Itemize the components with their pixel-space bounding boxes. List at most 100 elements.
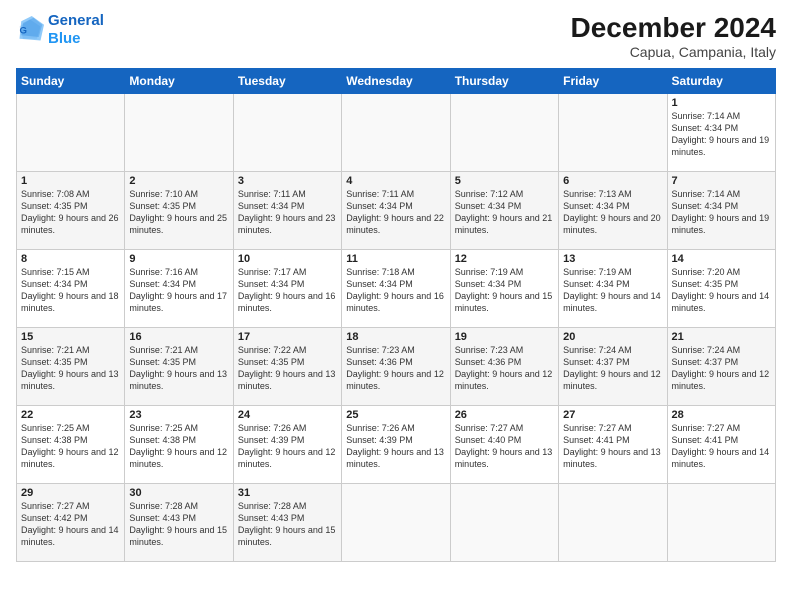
calendar-cell: 9Sunrise: 7:16 AMSunset: 4:34 PMDaylight… — [125, 250, 233, 328]
calendar-week-5: 29Sunrise: 7:27 AMSunset: 4:42 PMDayligh… — [17, 484, 776, 562]
day-number: 17 — [238, 331, 337, 343]
day-number: 31 — [238, 487, 337, 499]
calendar-cell: 31Sunrise: 7:28 AMSunset: 4:43 PMDayligh… — [233, 484, 341, 562]
cell-info: Sunrise: 7:22 AMSunset: 4:35 PMDaylight:… — [238, 344, 337, 393]
cell-info: Sunrise: 7:18 AMSunset: 4:34 PMDaylight:… — [346, 266, 445, 315]
day-number: 18 — [346, 331, 445, 343]
header-row: G General Blue December 2024 Capua, Camp… — [16, 12, 776, 60]
calendar-cell: 2Sunrise: 7:10 AMSunset: 4:35 PMDaylight… — [125, 172, 233, 250]
day-number: 8 — [21, 253, 120, 265]
day-number: 11 — [346, 253, 445, 265]
calendar-cell — [450, 484, 558, 562]
calendar-cell: 1Sunrise: 7:14 AMSunset: 4:34 PMDaylight… — [667, 94, 775, 172]
calendar-cell: 25Sunrise: 7:26 AMSunset: 4:39 PMDayligh… — [342, 406, 450, 484]
logo-text: General Blue — [48, 12, 104, 48]
cell-info: Sunrise: 7:28 AMSunset: 4:43 PMDaylight:… — [238, 500, 337, 549]
cell-info: Sunrise: 7:11 AMSunset: 4:34 PMDaylight:… — [346, 188, 445, 237]
cell-info: Sunrise: 7:27 AMSunset: 4:41 PMDaylight:… — [563, 422, 662, 471]
day-number: 23 — [129, 409, 228, 421]
day-number: 12 — [455, 253, 554, 265]
day-number: 24 — [238, 409, 337, 421]
day-number: 22 — [21, 409, 120, 421]
calendar-cell: 4Sunrise: 7:11 AMSunset: 4:34 PMDaylight… — [342, 172, 450, 250]
day-number: 19 — [455, 331, 554, 343]
day-number: 1 — [21, 175, 120, 187]
day-number: 9 — [129, 253, 228, 265]
column-header-friday: Friday — [559, 69, 667, 94]
calendar-cell — [17, 94, 125, 172]
day-number: 2 — [129, 175, 228, 187]
day-number: 21 — [672, 331, 771, 343]
calendar-cell: 16Sunrise: 7:21 AMSunset: 4:35 PMDayligh… — [125, 328, 233, 406]
cell-info: Sunrise: 7:27 AMSunset: 4:42 PMDaylight:… — [21, 500, 120, 549]
day-number: 26 — [455, 409, 554, 421]
cell-info: Sunrise: 7:12 AMSunset: 4:34 PMDaylight:… — [455, 188, 554, 237]
calendar-cell — [125, 94, 233, 172]
calendar-cell — [667, 484, 775, 562]
calendar-cell: 26Sunrise: 7:27 AMSunset: 4:40 PMDayligh… — [450, 406, 558, 484]
calendar-cell: 18Sunrise: 7:23 AMSunset: 4:36 PMDayligh… — [342, 328, 450, 406]
calendar-cell: 1Sunrise: 7:08 AMSunset: 4:35 PMDaylight… — [17, 172, 125, 250]
calendar-header-row: SundayMondayTuesdayWednesdayThursdayFrid… — [17, 69, 776, 94]
calendar-cell: 13Sunrise: 7:19 AMSunset: 4:34 PMDayligh… — [559, 250, 667, 328]
calendar-week-2: 8Sunrise: 7:15 AMSunset: 4:34 PMDaylight… — [17, 250, 776, 328]
cell-info: Sunrise: 7:19 AMSunset: 4:34 PMDaylight:… — [455, 266, 554, 315]
logo-blue: Blue — [48, 30, 81, 47]
column-header-monday: Monday — [125, 69, 233, 94]
calendar-cell: 5Sunrise: 7:12 AMSunset: 4:34 PMDaylight… — [450, 172, 558, 250]
cell-info: Sunrise: 7:11 AMSunset: 4:34 PMDaylight:… — [238, 188, 337, 237]
calendar-cell: 23Sunrise: 7:25 AMSunset: 4:38 PMDayligh… — [125, 406, 233, 484]
day-number: 10 — [238, 253, 337, 265]
calendar-cell: 14Sunrise: 7:20 AMSunset: 4:35 PMDayligh… — [667, 250, 775, 328]
column-header-sunday: Sunday — [17, 69, 125, 94]
cell-info: Sunrise: 7:16 AMSunset: 4:34 PMDaylight:… — [129, 266, 228, 315]
cell-info: Sunrise: 7:24 AMSunset: 4:37 PMDaylight:… — [672, 344, 771, 393]
cell-info: Sunrise: 7:21 AMSunset: 4:35 PMDaylight:… — [129, 344, 228, 393]
calendar-cell: 28Sunrise: 7:27 AMSunset: 4:41 PMDayligh… — [667, 406, 775, 484]
day-number: 3 — [238, 175, 337, 187]
calendar-cell — [342, 484, 450, 562]
month-title: December 2024 — [571, 12, 776, 44]
location: Capua, Campania, Italy — [571, 44, 776, 60]
title-block: December 2024 Capua, Campania, Italy — [571, 12, 776, 60]
day-number: 20 — [563, 331, 662, 343]
logo-general: General — [48, 12, 104, 29]
day-number: 25 — [346, 409, 445, 421]
logo-icon: G — [16, 16, 44, 44]
day-number: 4 — [346, 175, 445, 187]
calendar-week-4: 22Sunrise: 7:25 AMSunset: 4:38 PMDayligh… — [17, 406, 776, 484]
calendar-cell: 3Sunrise: 7:11 AMSunset: 4:34 PMDaylight… — [233, 172, 341, 250]
calendar-table: SundayMondayTuesdayWednesdayThursdayFrid… — [16, 68, 776, 562]
calendar-cell: 6Sunrise: 7:13 AMSunset: 4:34 PMDaylight… — [559, 172, 667, 250]
calendar-cell: 21Sunrise: 7:24 AMSunset: 4:37 PMDayligh… — [667, 328, 775, 406]
day-number: 29 — [21, 487, 120, 499]
day-number: 6 — [563, 175, 662, 187]
cell-info: Sunrise: 7:26 AMSunset: 4:39 PMDaylight:… — [238, 422, 337, 471]
day-number: 7 — [672, 175, 771, 187]
day-number: 16 — [129, 331, 228, 343]
day-number: 1 — [672, 97, 771, 109]
cell-info: Sunrise: 7:20 AMSunset: 4:35 PMDaylight:… — [672, 266, 771, 315]
column-header-thursday: Thursday — [450, 69, 558, 94]
calendar-cell: 11Sunrise: 7:18 AMSunset: 4:34 PMDayligh… — [342, 250, 450, 328]
cell-info: Sunrise: 7:21 AMSunset: 4:35 PMDaylight:… — [21, 344, 120, 393]
svg-text:G: G — [20, 26, 27, 37]
calendar-cell — [450, 94, 558, 172]
calendar-cell: 12Sunrise: 7:19 AMSunset: 4:34 PMDayligh… — [450, 250, 558, 328]
day-number: 5 — [455, 175, 554, 187]
calendar-cell — [342, 94, 450, 172]
day-number: 15 — [21, 331, 120, 343]
cell-info: Sunrise: 7:28 AMSunset: 4:43 PMDaylight:… — [129, 500, 228, 549]
calendar-cell: 24Sunrise: 7:26 AMSunset: 4:39 PMDayligh… — [233, 406, 341, 484]
calendar-week-3: 15Sunrise: 7:21 AMSunset: 4:35 PMDayligh… — [17, 328, 776, 406]
day-number: 14 — [672, 253, 771, 265]
column-header-saturday: Saturday — [667, 69, 775, 94]
day-number: 27 — [563, 409, 662, 421]
cell-info: Sunrise: 7:13 AMSunset: 4:34 PMDaylight:… — [563, 188, 662, 237]
calendar-cell: 7Sunrise: 7:14 AMSunset: 4:34 PMDaylight… — [667, 172, 775, 250]
calendar-week-0: 1Sunrise: 7:14 AMSunset: 4:34 PMDaylight… — [17, 94, 776, 172]
cell-info: Sunrise: 7:14 AMSunset: 4:34 PMDaylight:… — [672, 110, 771, 159]
cell-info: Sunrise: 7:10 AMSunset: 4:35 PMDaylight:… — [129, 188, 228, 237]
calendar-cell: 10Sunrise: 7:17 AMSunset: 4:34 PMDayligh… — [233, 250, 341, 328]
cell-info: Sunrise: 7:14 AMSunset: 4:34 PMDaylight:… — [672, 188, 771, 237]
